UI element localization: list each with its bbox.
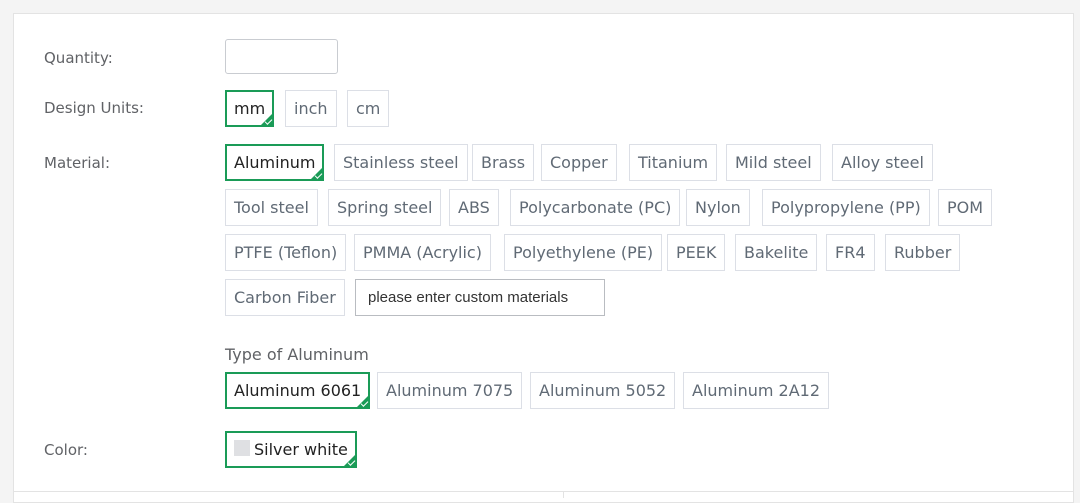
option-label: PEEK (676, 243, 717, 262)
material-option-pom[interactable]: POM (938, 189, 993, 226)
material-option-mild-steel[interactable]: Mild steel (726, 144, 821, 181)
option-label: Polypropylene (PP) (771, 198, 921, 217)
option-label: Aluminum (234, 153, 316, 172)
option-label: Stainless steel (343, 153, 459, 172)
material-option-alloy-steel[interactable]: Alloy steel (832, 144, 933, 181)
quantity-input[interactable] (225, 39, 338, 74)
option-label: Tool steel (234, 198, 309, 217)
type-option-7075[interactable]: Aluminum 7075 (377, 372, 523, 409)
material-option-polypropylene[interactable]: Polypropylene (PP) (762, 189, 930, 226)
option-label: Spring steel (337, 198, 433, 217)
option-label: Carbon Fiber (234, 288, 336, 307)
material-option-abs[interactable]: ABS (449, 189, 499, 226)
material-option-carbon-fiber[interactable]: Carbon Fiber (225, 279, 345, 316)
option-label: PMMA (Acrylic) (363, 243, 482, 262)
option-label: Titanium (638, 153, 709, 172)
option-label: PTFE (Teflon) (234, 243, 338, 262)
option-label: ABS (458, 198, 490, 217)
option-label: POM (947, 198, 984, 217)
type-option-6061[interactable]: Aluminum 6061 (225, 372, 371, 409)
material-option-stainless-steel[interactable]: Stainless steel (334, 144, 468, 181)
material-option-aluminum[interactable]: Aluminum (225, 144, 325, 181)
option-label: Copper (550, 153, 608, 172)
option-label: Nylon (695, 198, 741, 217)
material-option-brass[interactable]: Brass (472, 144, 535, 181)
custom-material-input[interactable] (355, 279, 605, 316)
option-label: Aluminum 7075 (386, 381, 514, 400)
unit-option-inch[interactable]: inch (285, 90, 337, 127)
quantity-label: Quantity: (44, 49, 113, 67)
material-option-pmma[interactable]: PMMA (Acrylic) (354, 234, 491, 271)
option-label: Alloy steel (841, 153, 924, 172)
material-option-spring-steel[interactable]: Spring steel (328, 189, 442, 226)
color-label: Color: (44, 441, 88, 459)
color-option-silver-white[interactable]: Silver white (225, 431, 357, 468)
design-units-label: Design Units: (44, 99, 144, 117)
color-swatch (234, 440, 250, 456)
option-label: Aluminum 2A12 (692, 381, 820, 400)
material-option-ptfe[interactable]: PTFE (Teflon) (225, 234, 347, 271)
option-label: Brass (481, 153, 526, 172)
material-option-tool-steel[interactable]: Tool steel (225, 189, 318, 226)
type-option-5052[interactable]: Aluminum 5052 (530, 372, 676, 409)
check-icon (341, 453, 357, 468)
option-label: Polyethylene (PE) (513, 243, 654, 262)
divider (563, 491, 564, 498)
check-icon (259, 112, 275, 127)
material-label: Material: (44, 154, 110, 172)
material-option-copper[interactable]: Copper (541, 144, 617, 181)
material-option-polyethylene[interactable]: Polyethylene (PE) (504, 234, 663, 271)
unit-option-cm[interactable]: cm (347, 90, 390, 127)
check-icon (355, 394, 371, 409)
option-label: FR4 (835, 243, 866, 262)
type-option-2a12[interactable]: Aluminum 2A12 (683, 372, 829, 409)
material-option-polycarbonate[interactable]: Polycarbonate (PC) (510, 189, 681, 226)
option-label: Bakelite (744, 243, 809, 262)
option-label: Aluminum 5052 (539, 381, 667, 400)
option-label: inch (294, 99, 328, 118)
material-option-bakelite[interactable]: Bakelite (735, 234, 818, 271)
unit-option-mm[interactable]: mm (225, 90, 275, 127)
option-label: Silver white (254, 440, 348, 459)
material-option-rubber[interactable]: Rubber (885, 234, 961, 271)
divider (13, 491, 1074, 492)
option-label: Mild steel (735, 153, 812, 172)
option-label: Aluminum 6061 (234, 381, 362, 400)
material-option-titanium[interactable]: Titanium (629, 144, 718, 181)
check-icon (309, 166, 325, 181)
material-option-nylon[interactable]: Nylon (686, 189, 750, 226)
material-option-peek[interactable]: PEEK (667, 234, 726, 271)
material-type-heading: Type of Aluminum (225, 345, 369, 364)
option-label: Rubber (894, 243, 952, 262)
option-label: cm (356, 99, 381, 118)
option-label: Polycarbonate (PC) (519, 198, 672, 217)
material-option-fr4[interactable]: FR4 (826, 234, 875, 271)
